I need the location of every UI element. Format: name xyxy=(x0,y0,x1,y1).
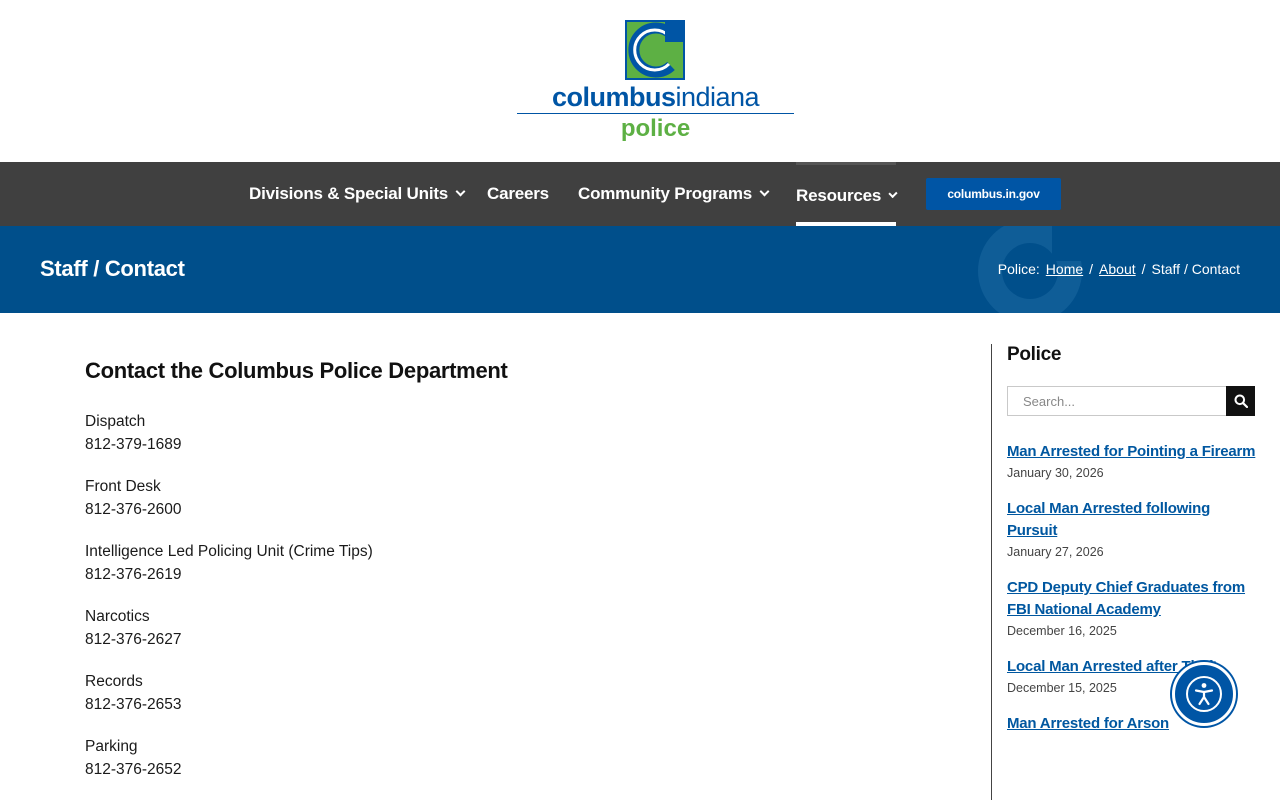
breadcrumb-current: Staff / Contact xyxy=(1151,261,1240,277)
contact-entry: Dispatch 812-379-1689 xyxy=(85,410,945,456)
breadcrumb-home-link[interactable]: Home xyxy=(1046,261,1083,277)
breadcrumb-prefix: Police: xyxy=(997,261,1040,277)
contact-phone: 812-376-2619 xyxy=(85,566,182,583)
contact-label: Front Desk xyxy=(85,478,161,495)
accessibility-button[interactable] xyxy=(1172,662,1236,726)
nav-item-label: Careers xyxy=(487,184,549,203)
contact-phone: 812-379-1689 xyxy=(85,436,182,453)
post-date: January 30, 2026 xyxy=(1007,466,1104,480)
logo-wordmark: columbusindiana xyxy=(551,82,760,112)
page-title: Staff / Contact xyxy=(40,256,185,281)
contact-entry: Parking 812-376-2652 xyxy=(85,735,945,781)
nav-item-divisions[interactable]: Divisions & Special Units xyxy=(249,162,466,226)
nav-item-label: Divisions & Special Units xyxy=(249,184,449,203)
contact-label: Narcotics xyxy=(85,608,150,625)
nav-item-careers[interactable]: Careers xyxy=(487,162,549,226)
chevron-down-icon xyxy=(759,186,770,197)
sidebar-post: Man Arrested for Pointing a Firearm Janu… xyxy=(1007,441,1257,480)
contact-label: Dispatch xyxy=(85,413,146,430)
logo-subtitle: police xyxy=(620,115,691,142)
search-icon xyxy=(1234,394,1248,408)
contact-phone: 812-376-2653 xyxy=(85,696,182,713)
sidebar-post: CPD Deputy Chief Graduates from FBI Nati… xyxy=(1007,577,1257,638)
contact-label: Parking xyxy=(85,738,138,755)
post-date: January 27, 2026 xyxy=(1007,545,1104,559)
sidebar-post: Local Man Arrested following Pursuit Jan… xyxy=(1007,498,1257,559)
columbus-logo-mark-icon xyxy=(625,20,685,80)
nav-item-label: Resources xyxy=(796,185,882,205)
breadcrumb: Police: Home / About / Staff / Contact xyxy=(998,261,1240,277)
sidebar-divider xyxy=(991,344,992,800)
contact-label: Records xyxy=(85,673,143,690)
contact-entry: Records 812-376-2653 xyxy=(85,670,945,716)
post-date: December 16, 2025 xyxy=(1007,624,1117,638)
chevron-down-icon xyxy=(455,186,466,197)
search-input[interactable] xyxy=(1007,386,1227,416)
contact-label: Intelligence Led Policing Unit (Crime Ti… xyxy=(85,543,373,560)
breadcrumb-about-link[interactable]: About xyxy=(1099,261,1136,277)
contact-entry: Front Desk 812-376-2600 xyxy=(85,475,945,521)
main-navigation: Divisions & Special Units Careers Commun… xyxy=(0,162,1280,226)
site-logo[interactable]: columbusindiana police xyxy=(517,18,794,146)
nav-item-community-programs[interactable]: Community Programs xyxy=(578,162,770,226)
nav-item-label: Community Programs xyxy=(578,184,752,203)
contact-phone: 812-376-2600 xyxy=(85,501,182,518)
chevron-down-icon xyxy=(888,188,898,198)
contact-phone: 812-376-2652 xyxy=(85,761,182,778)
nav-item-resources[interactable]: Resources xyxy=(796,162,898,226)
contact-heading: Contact the Columbus Police Department xyxy=(85,358,508,383)
post-title-link[interactable]: CPD Deputy Chief Graduates from FBI Nati… xyxy=(1007,577,1257,621)
sidebar-title: Police xyxy=(1007,344,1062,365)
contact-entry: Intelligence Led Policing Unit (Crime Ti… xyxy=(85,540,945,586)
sidebar-search xyxy=(1007,386,1255,416)
breadcrumb-separator: / xyxy=(1089,261,1094,277)
accessibility-icon xyxy=(1186,676,1222,712)
search-button[interactable] xyxy=(1226,386,1255,416)
contact-phone: 812-376-2627 xyxy=(85,631,182,648)
post-title-link[interactable]: Local Man Arrested following Pursuit xyxy=(1007,498,1257,542)
main-content: Contact the Columbus Police Department D… xyxy=(85,358,945,800)
columbus-gov-button[interactable]: columbus.in.gov xyxy=(926,178,1061,210)
site-header: columbusindiana police xyxy=(0,0,1280,162)
contact-entry: Narcotics 812-376-2627 xyxy=(85,605,945,651)
breadcrumb-separator: / xyxy=(1141,261,1146,277)
post-title-link[interactable]: Man Arrested for Pointing a Firearm xyxy=(1007,441,1257,463)
page-title-band: Staff / Contact Police: Home / About / S… xyxy=(0,226,1280,313)
